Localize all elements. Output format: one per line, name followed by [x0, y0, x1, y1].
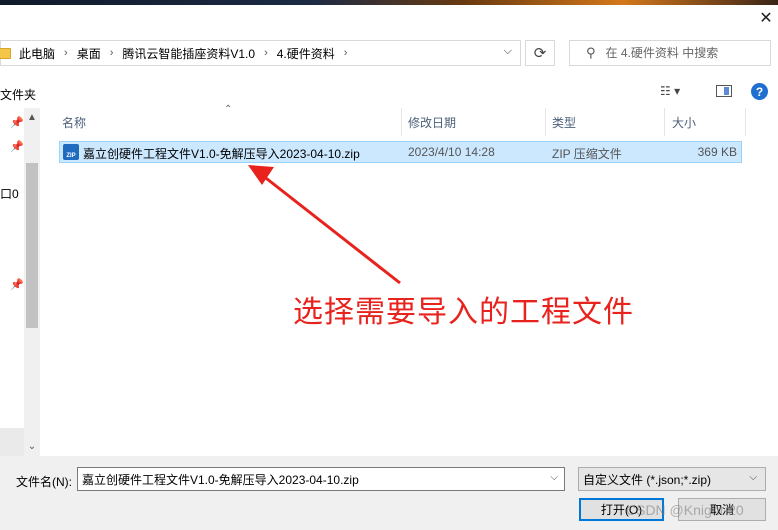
chevron-down-icon[interactable]: ⌵: [550, 472, 558, 483]
annotation-arrow: [248, 165, 401, 285]
chevron-right-icon[interactable]: ›: [264, 47, 268, 59]
help-icon[interactable]: ?: [751, 83, 768, 100]
watermark: CSDN @Knight-20: [626, 502, 744, 518]
filename-input[interactable]: 嘉立创硬件工程文件V1.0-免解压导入2023-04-10.zip ⌵: [77, 467, 565, 491]
preview-pane-icon[interactable]: [716, 85, 732, 97]
chevron-down-icon[interactable]: ⌵: [749, 472, 757, 483]
chevron-down-icon[interactable]: ⌵: [504, 45, 512, 58]
view-options-button[interactable]: ☷ ▾: [660, 84, 680, 98]
chevron-right-icon[interactable]: ›: [64, 47, 68, 59]
column-divider[interactable]: [745, 108, 746, 136]
file-type-select[interactable]: 自定义文件 (*.json;*.zip) ⌵: [578, 467, 766, 491]
nav-scrollbar[interactable]: ▲ ⌄: [24, 108, 40, 456]
scroll-up-icon[interactable]: ▲: [24, 112, 40, 123]
file-date: 2023/4/10 14:28: [408, 145, 495, 159]
column-header-name[interactable]: 名称: [62, 108, 402, 136]
column-divider[interactable]: [664, 108, 665, 136]
refresh-button[interactable]: ⟳: [525, 40, 555, 66]
search-input[interactable]: [605, 46, 756, 60]
column-divider[interactable]: [401, 108, 402, 136]
breadcrumb-label: 此电脑: [19, 46, 56, 61]
annotation-text: 选择需要导入的工程文件: [293, 295, 634, 330]
breadcrumb-label: 4.硬件资料: [276, 46, 335, 61]
breadcrumb-label: 腾讯云智能插座资料V1.0: [122, 46, 256, 61]
pin-icon[interactable]: 📌: [10, 278, 24, 291]
column-divider[interactable]: [545, 108, 546, 136]
zip-file-icon: ZIP: [63, 144, 79, 160]
column-header-date[interactable]: 修改日期: [408, 108, 546, 136]
nav-item-label[interactable]: 口0: [0, 185, 19, 202]
file-type-value: 自定义文件 (*.json;*.zip): [583, 472, 712, 487]
breadcrumb-this-pc[interactable]: 此电脑 ›: [19, 45, 77, 62]
filename-value: 嘉立创硬件工程文件V1.0-免解压导入2023-04-10.zip: [82, 472, 359, 487]
address-bar[interactable]: 此电脑 › 桌面 › 腾讯云智能插座资料V1.0 › 4.硬件资料 › ⌵: [0, 40, 521, 66]
nav-item-selected[interactable]: [0, 428, 24, 456]
filename-label: 文件名(N):: [16, 475, 72, 489]
pin-icon[interactable]: 📌: [10, 140, 24, 153]
breadcrumb-label: 桌面: [76, 46, 101, 61]
folder-icon: [0, 47, 11, 59]
breadcrumb-hardware-folder[interactable]: 4.硬件资料 ›: [277, 45, 357, 62]
new-folder-button[interactable]: 文件夹: [0, 86, 36, 103]
search-box[interactable]: ⚲: [569, 40, 771, 66]
chevron-right-icon[interactable]: ›: [344, 47, 348, 59]
breadcrumb-project-folder[interactable]: 腾讯云智能插座资料V1.0 ›: [122, 45, 276, 62]
close-button[interactable]: ✕: [754, 8, 778, 28]
scroll-down-icon[interactable]: ⌄: [24, 441, 40, 452]
file-type: ZIP 压缩文件: [552, 147, 622, 161]
file-size: 369 KB: [697, 145, 737, 159]
column-header-type[interactable]: 类型: [552, 108, 662, 136]
scrollbar-thumb[interactable]: [26, 163, 38, 328]
title-bar-background: [0, 0, 778, 5]
breadcrumb-desktop[interactable]: 桌面 ›: [77, 45, 123, 62]
chevron-right-icon[interactable]: ›: [110, 47, 114, 59]
search-icon: ⚲: [586, 45, 596, 60]
column-header-size[interactable]: 大小: [672, 108, 742, 136]
pin-icon[interactable]: 📌: [10, 116, 24, 129]
